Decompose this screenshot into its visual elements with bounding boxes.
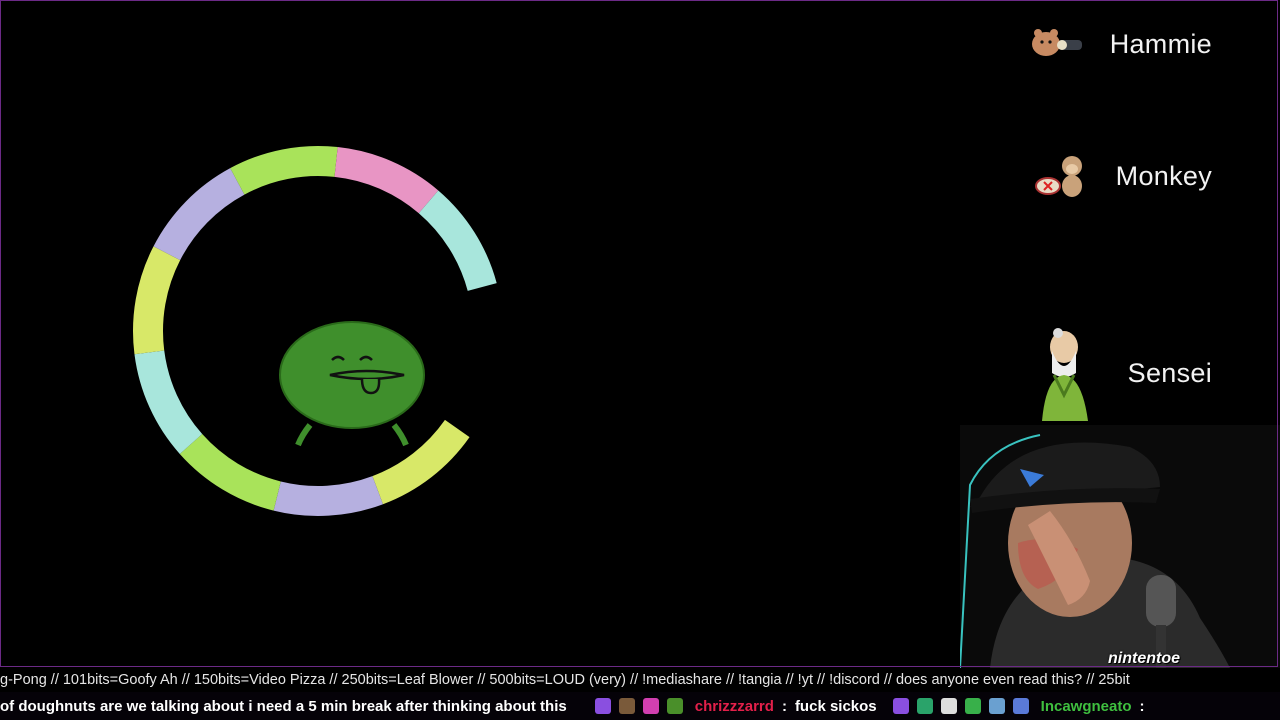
ring-segment bbox=[179, 433, 282, 511]
streamer-brand-logo: nintentoe bbox=[1108, 650, 1180, 667]
chat-message: fuck sickos bbox=[794, 697, 877, 715]
webcam-overlay bbox=[960, 425, 1280, 668]
emote-icon bbox=[666, 698, 683, 714]
monkey-icon bbox=[1034, 156, 1082, 197]
chat-separator: : bbox=[781, 697, 787, 715]
emote-icon bbox=[964, 698, 981, 714]
donation-ticker: g-Pong // 101bits=Goofy Ah // 150bits=Vi… bbox=[0, 668, 1280, 692]
ring-segment bbox=[134, 350, 203, 454]
game-area: Hammie Monkey Sensei udent bbox=[0, 0, 1280, 668]
ring-segment bbox=[153, 168, 245, 261]
sensei-icon bbox=[1041, 328, 1088, 421]
character-name: Sensei bbox=[1127, 357, 1212, 388]
emote-icon bbox=[1012, 698, 1029, 714]
ring-segment bbox=[230, 146, 338, 195]
hamster-icon bbox=[1031, 29, 1082, 56]
twitch-badge-icon bbox=[594, 698, 611, 714]
ring-segment bbox=[273, 476, 383, 516]
chat-ticker: of doughnuts are we talking about i need… bbox=[0, 692, 1280, 720]
character-name: Hammie bbox=[1109, 28, 1212, 59]
emote-icon bbox=[940, 698, 957, 714]
emote-icon bbox=[988, 698, 1005, 714]
character-name: Monkey bbox=[1115, 160, 1212, 191]
ring-segment bbox=[372, 419, 470, 505]
emote-icon bbox=[916, 698, 933, 714]
twitch-badge-icon bbox=[892, 698, 909, 714]
ticker-text: g-Pong // 101bits=Goofy Ah // 150bits=Vi… bbox=[0, 672, 1130, 688]
emote-icon bbox=[618, 698, 635, 714]
chat-message: of doughnuts are we talking about i need… bbox=[0, 697, 567, 715]
color-ring bbox=[133, 146, 497, 516]
streamer-webcam-image bbox=[960, 425, 1280, 668]
roster-item-hammie[interactable]: Hammie bbox=[1028, 20, 1212, 68]
roster-item-monkey[interactable]: Monkey bbox=[1034, 152, 1212, 200]
roster-item-sensei[interactable]: Sensei bbox=[1024, 325, 1212, 421]
ring-segment bbox=[418, 190, 497, 292]
emote-icon bbox=[642, 698, 659, 714]
chat-separator: : bbox=[1139, 697, 1145, 715]
chat-username[interactable]: Incawgneato bbox=[1041, 698, 1132, 715]
ring-segment bbox=[133, 246, 181, 355]
chat-username[interactable]: chrizzzarrd bbox=[695, 698, 774, 715]
ring-segment bbox=[334, 147, 439, 214]
green-blob-character bbox=[279, 321, 425, 447]
